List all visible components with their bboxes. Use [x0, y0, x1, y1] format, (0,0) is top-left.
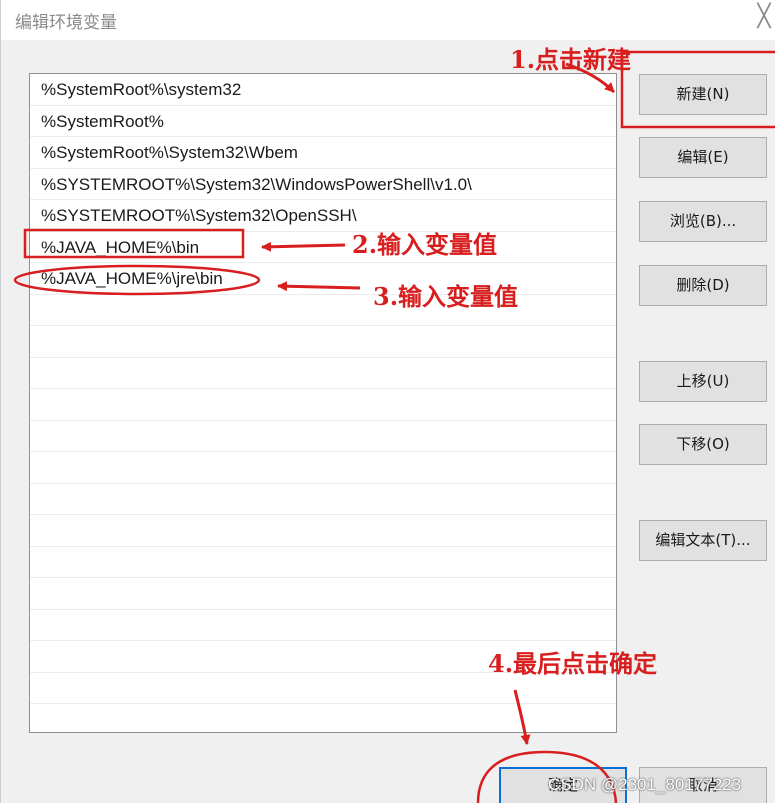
step1-annotation: 1.点击新建: [510, 45, 632, 74]
step4-arrow: [513, 689, 531, 745]
step4-annotation: 4.最后点击确定: [488, 649, 658, 678]
step3-annotation: 3.输入变量值: [373, 282, 519, 311]
csdn-watermark: CSDN @2301_80177223: [548, 775, 742, 794]
java-home-bin-highlight-box: [23, 228, 245, 259]
jre-bin-highlight-ellipse: [13, 264, 261, 296]
step3-arrow: [277, 281, 361, 292]
step2-arrow: [261, 241, 346, 252]
annotation-overlay: [13, 50, 775, 803]
new-button-highlight-box: [620, 50, 775, 129]
step2-annotation: 2.输入变量值: [352, 230, 498, 259]
